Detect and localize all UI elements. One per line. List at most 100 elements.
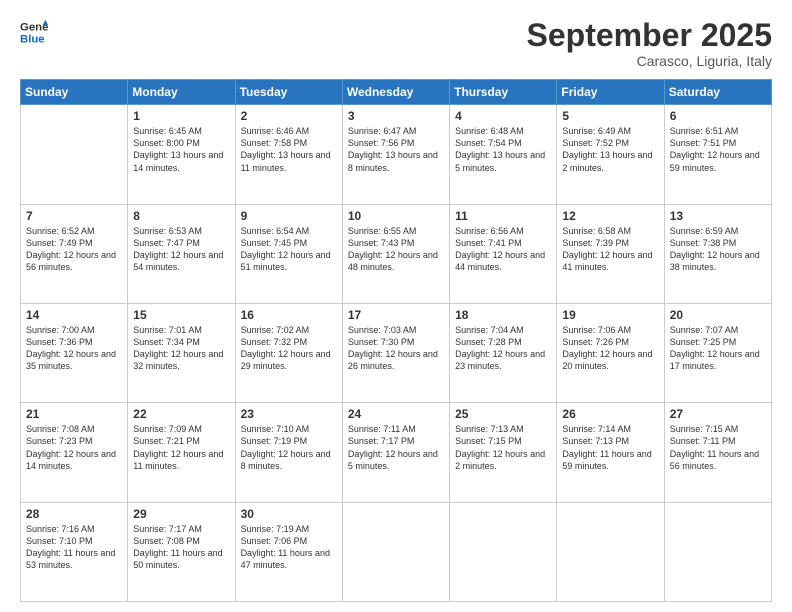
col-saturday: Saturday (664, 80, 771, 105)
svg-text:Blue: Blue (20, 34, 45, 46)
day-number: 28 (26, 507, 122, 521)
cell-info: Sunrise: 6:48 AMSunset: 7:54 PMDaylight:… (455, 125, 551, 174)
col-tuesday: Tuesday (235, 80, 342, 105)
day-number: 18 (455, 308, 551, 322)
cell-info: Sunrise: 7:10 AMSunset: 7:19 PMDaylight:… (241, 423, 337, 472)
day-number: 17 (348, 308, 444, 322)
cell-info: Sunrise: 6:56 AMSunset: 7:41 PMDaylight:… (455, 225, 551, 274)
day-number: 26 (562, 407, 658, 421)
table-row: 9Sunrise: 6:54 AMSunset: 7:45 PMDaylight… (235, 204, 342, 303)
cell-info: Sunrise: 6:53 AMSunset: 7:47 PMDaylight:… (133, 225, 229, 274)
day-number: 16 (241, 308, 337, 322)
calendar-table: Sunday Monday Tuesday Wednesday Thursday… (20, 79, 772, 602)
cell-info: Sunrise: 7:14 AMSunset: 7:13 PMDaylight:… (562, 423, 658, 472)
title-block: September 2025 Carasco, Liguria, Italy (527, 18, 772, 69)
cell-info: Sunrise: 6:46 AMSunset: 7:58 PMDaylight:… (241, 125, 337, 174)
cell-info: Sunrise: 6:52 AMSunset: 7:49 PMDaylight:… (26, 225, 122, 274)
table-row: 2 Sunrise: 6:46 AMSunset: 7:58 PMDaylight… (235, 105, 342, 204)
table-row: 30 Sunrise: 7:19 AMSunset: 7:06 PMDayligh… (235, 502, 342, 601)
day-number: 23 (241, 407, 337, 421)
table-row: 16 Sunrise: 7:02 AMSunset: 7:32 PMDayligh… (235, 303, 342, 402)
cell-info: Sunrise: 7:11 AMSunset: 7:17 PMDaylight:… (348, 423, 444, 472)
table-row: 14 Sunrise: 7:00 AMSunset: 7:36 PMDayligh… (21, 303, 128, 402)
day-number: 22 (133, 407, 229, 421)
table-row: 3 Sunrise: 6:47 AMSunset: 7:56 PMDaylight… (342, 105, 449, 204)
cell-info: Sunrise: 6:58 AMSunset: 7:39 PMDaylight:… (562, 225, 658, 274)
table-row: 6Sunrise: 6:51 AMSunset: 7:51 PMDaylight… (664, 105, 771, 204)
cell-info: Sunrise: 6:49 AMSunset: 7:52 PMDaylight:… (562, 125, 658, 174)
day-number: 9 (241, 209, 337, 223)
day-number: 4 (455, 109, 551, 123)
col-monday: Monday (128, 80, 235, 105)
cell-info: Sunrise: 7:00 AMSunset: 7:36 PMDaylight:… (26, 324, 122, 373)
day-number: 29 (133, 507, 229, 521)
day-number: 2 (241, 109, 337, 123)
cell-info: Sunrise: 7:01 AMSunset: 7:34 PMDaylight:… (133, 324, 229, 373)
table-row: 15 Sunrise: 7:01 AMSunset: 7:34 PMDayligh… (128, 303, 235, 402)
logo-icon: General Blue (20, 18, 48, 46)
table-row (450, 502, 557, 601)
table-row: 26 Sunrise: 7:14 AMSunset: 7:13 PMDayligh… (557, 403, 664, 502)
cell-info: Sunrise: 7:15 AMSunset: 7:11 PMDaylight:… (670, 423, 766, 472)
cell-info: Sunrise: 6:51 AMSunset: 7:51 PMDaylight:… (670, 125, 766, 174)
cell-info: Sunrise: 6:47 AMSunset: 7:56 PMDaylight:… (348, 125, 444, 174)
day-number: 25 (455, 407, 551, 421)
day-number: 30 (241, 507, 337, 521)
cell-info: Sunrise: 7:02 AMSunset: 7:32 PMDaylight:… (241, 324, 337, 373)
logo: General Blue (20, 18, 48, 46)
table-row (21, 105, 128, 204)
table-row: 19 Sunrise: 7:06 AMSunset: 7:26 PMDayligh… (557, 303, 664, 402)
table-row: 4 Sunrise: 6:48 AMSunset: 7:54 PMDaylight… (450, 105, 557, 204)
day-number: 15 (133, 308, 229, 322)
table-row: 27Sunrise: 7:15 AMSunset: 7:11 PMDayligh… (664, 403, 771, 502)
day-number: 1 (133, 109, 229, 123)
table-row: 8Sunrise: 6:53 AMSunset: 7:47 PMDaylight… (128, 204, 235, 303)
col-wednesday: Wednesday (342, 80, 449, 105)
table-row (557, 502, 664, 601)
location-subtitle: Carasco, Liguria, Italy (527, 53, 772, 69)
table-row: 1 Sunrise: 6:45 AMSunset: 8:00 PMDaylight… (128, 105, 235, 204)
month-title: September 2025 (527, 18, 772, 53)
table-row: 23 Sunrise: 7:10 AMSunset: 7:19 PMDayligh… (235, 403, 342, 502)
cell-info: Sunrise: 7:04 AMSunset: 7:28 PMDaylight:… (455, 324, 551, 373)
header-row: Sunday Monday Tuesday Wednesday Thursday… (21, 80, 772, 105)
day-number: 13 (670, 209, 766, 223)
cell-info: Sunrise: 7:16 AMSunset: 7:10 PMDaylight:… (26, 523, 122, 572)
table-row: 25 Sunrise: 7:13 AMSunset: 7:15 PMDayligh… (450, 403, 557, 502)
table-row (664, 502, 771, 601)
table-row: 20Sunrise: 7:07 AMSunset: 7:25 PMDayligh… (664, 303, 771, 402)
table-row (342, 502, 449, 601)
col-thursday: Thursday (450, 80, 557, 105)
table-row: 10 Sunrise: 6:55 AMSunset: 7:43 PMDayligh… (342, 204, 449, 303)
cell-info: Sunrise: 6:59 AMSunset: 7:38 PMDaylight:… (670, 225, 766, 274)
table-row: 7Sunrise: 6:52 AMSunset: 7:49 PMDaylight… (21, 204, 128, 303)
table-row: 18 Sunrise: 7:04 AMSunset: 7:28 PMDayligh… (450, 303, 557, 402)
cell-info: Sunrise: 7:07 AMSunset: 7:25 PMDaylight:… (670, 324, 766, 373)
table-row: 13 Sunrise: 6:59 AMSunset: 7:38 PMDayligh… (664, 204, 771, 303)
cell-info: Sunrise: 6:45 AMSunset: 8:00 PMDaylight:… (133, 125, 229, 174)
day-number: 24 (348, 407, 444, 421)
page: General Blue September 2025 Carasco, Lig… (0, 0, 792, 612)
cell-info: Sunrise: 7:03 AMSunset: 7:30 PMDaylight:… (348, 324, 444, 373)
table-row: 22 Sunrise: 7:09 AMSunset: 7:21 PMDayligh… (128, 403, 235, 502)
day-number: 19 (562, 308, 658, 322)
day-number: 10 (348, 209, 444, 223)
table-row: 24 Sunrise: 7:11 AMSunset: 7:17 PMDayligh… (342, 403, 449, 502)
day-number: 21 (26, 407, 122, 421)
cell-info: Sunrise: 7:06 AMSunset: 7:26 PMDaylight:… (562, 324, 658, 373)
table-row: 11 Sunrise: 6:56 AMSunset: 7:41 PMDayligh… (450, 204, 557, 303)
cell-info: Sunrise: 6:55 AMSunset: 7:43 PMDaylight:… (348, 225, 444, 274)
table-row: 21Sunrise: 7:08 AMSunset: 7:23 PMDayligh… (21, 403, 128, 502)
day-number: 14 (26, 308, 122, 322)
day-number: 3 (348, 109, 444, 123)
cell-info: Sunrise: 7:19 AMSunset: 7:06 PMDaylight:… (241, 523, 337, 572)
col-sunday: Sunday (21, 80, 128, 105)
table-row: 28 Sunrise: 7:16 AMSunset: 7:10 PMDayligh… (21, 502, 128, 601)
table-row: 17 Sunrise: 7:03 AMSunset: 7:30 PMDayligh… (342, 303, 449, 402)
day-number: 5 (562, 109, 658, 123)
day-number: 11 (455, 209, 551, 223)
cell-info: Sunrise: 7:09 AMSunset: 7:21 PMDaylight:… (133, 423, 229, 472)
col-friday: Friday (557, 80, 664, 105)
header: General Blue September 2025 Carasco, Lig… (20, 18, 772, 69)
cell-info: Sunrise: 7:13 AMSunset: 7:15 PMDaylight:… (455, 423, 551, 472)
